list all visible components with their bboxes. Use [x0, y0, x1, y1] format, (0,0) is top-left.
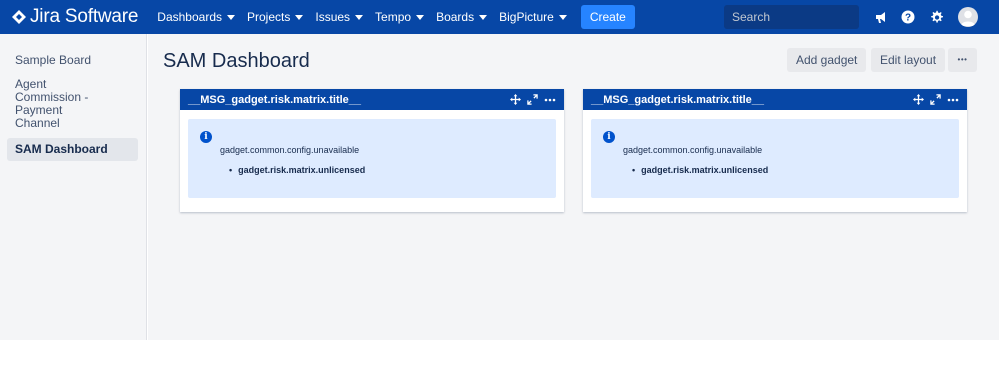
- nav-tempo[interactable]: Tempo: [370, 0, 429, 34]
- page-background: [0, 340, 999, 387]
- nav-issues[interactable]: Issues: [310, 0, 368, 34]
- gadget-card: __MSG_gadget.risk.matrix.title__ i gadge…: [583, 89, 967, 212]
- more-icon[interactable]: [947, 98, 959, 102]
- chevron-down-icon: [227, 14, 235, 20]
- sidebar-item-agent-commission[interactable]: Agent Commission - Payment Channel: [0, 75, 118, 133]
- nav-dashboards[interactable]: Dashboards: [152, 0, 240, 34]
- nav-bigpicture-label: BigPicture: [499, 10, 554, 24]
- chevron-down-icon: [558, 14, 567, 20]
- nav-dashboards-label: Dashboards: [157, 10, 222, 24]
- gadget-title: __MSG_gadget.risk.matrix.title__: [188, 93, 362, 106]
- jira-diamond-icon: [12, 10, 26, 24]
- more-actions-button[interactable]: •••: [948, 48, 977, 72]
- gadget-card: __MSG_gadget.risk.matrix.title__ i gadge…: [180, 89, 564, 212]
- edit-layout-button[interactable]: Edit layout: [871, 48, 946, 72]
- nav-boards-label: Boards: [436, 10, 475, 24]
- gear-icon[interactable]: [926, 7, 946, 27]
- sidebar: Sample Board Agent Commission - Payment …: [0, 34, 147, 340]
- user-silhouette-icon: [961, 10, 975, 26]
- info-message: gadget.common.config.unavailable: [623, 145, 763, 155]
- megaphone-icon[interactable]: [871, 7, 891, 27]
- sidebar-item-sample-board[interactable]: Sample Board: [0, 51, 138, 70]
- chevron-down-icon: [479, 14, 488, 20]
- info-message-panel: i gadget.common.config.unavailable gadge…: [188, 119, 556, 198]
- chevron-down-icon: [355, 14, 364, 20]
- chevron-down-icon: [416, 14, 425, 20]
- create-button[interactable]: Create: [580, 5, 635, 29]
- info-bullet: gadget.risk.matrix.unlicensed: [229, 165, 365, 175]
- help-icon[interactable]: ?: [898, 7, 918, 27]
- avatar[interactable]: [958, 7, 978, 27]
- gadget-header: __MSG_gadget.risk.matrix.title__: [583, 89, 967, 110]
- info-message-panel: i gadget.common.config.unavailable gadge…: [591, 119, 959, 198]
- top-navigation: Jira Software Dashboards Projects Issues…: [0, 0, 999, 34]
- nav-projects-label: Projects: [247, 10, 291, 24]
- add-gadget-button[interactable]: Add gadget: [787, 48, 867, 72]
- nav-projects[interactable]: Projects: [242, 0, 308, 34]
- move-icon[interactable]: [510, 94, 521, 105]
- nav-issues-label: Issues: [315, 10, 351, 24]
- svg-text:?: ?: [905, 13, 911, 24]
- maximize-icon[interactable]: [527, 94, 538, 105]
- search-input[interactable]: [732, 10, 887, 24]
- page-title: SAM Dashboard: [163, 50, 310, 72]
- info-icon: i: [603, 131, 615, 143]
- move-icon[interactable]: [913, 94, 924, 105]
- logo-text: Jira Software: [30, 6, 139, 27]
- maximize-icon[interactable]: [930, 94, 941, 105]
- nav-boards[interactable]: Boards: [431, 0, 492, 34]
- info-bullet: gadget.risk.matrix.unlicensed: [632, 165, 768, 175]
- info-icon: i: [200, 131, 212, 143]
- jira-logo[interactable]: Jira Software: [12, 0, 138, 34]
- nav-tempo-label: Tempo: [375, 10, 412, 24]
- more-icon[interactable]: [544, 98, 556, 102]
- gadget-header: __MSG_gadget.risk.matrix.title__: [180, 89, 564, 110]
- nav-bigpicture[interactable]: BigPicture: [494, 0, 572, 34]
- sidebar-item-sam-dashboard[interactable]: SAM Dashboard: [7, 138, 138, 161]
- search-box: [724, 5, 887, 29]
- main-content: SAM Dashboard Add gadget Edit layout •••…: [148, 34, 999, 340]
- chevron-down-icon: [295, 14, 304, 20]
- gadget-title: __MSG_gadget.risk.matrix.title__: [591, 93, 765, 106]
- info-message: gadget.common.config.unavailable: [220, 145, 360, 155]
